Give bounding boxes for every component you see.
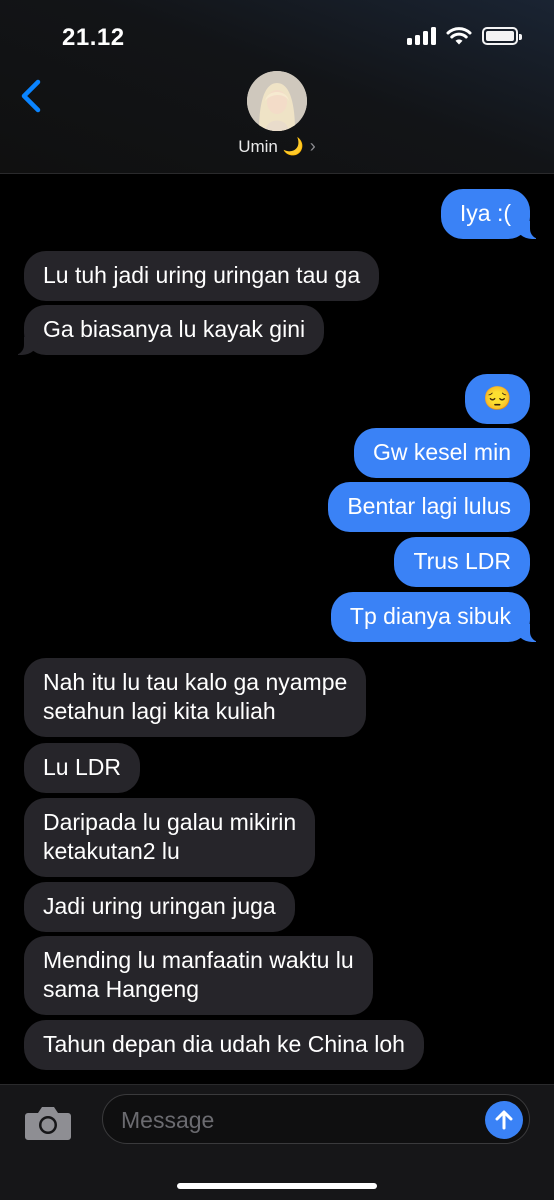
message-thread[interactable]: Iya :( Lu tuh jadi uring uringan tau ga … (0, 174, 554, 1084)
contact-name: Umin 🌙 (238, 137, 304, 156)
status-time: 21.12 (62, 24, 125, 51)
camera-icon[interactable] (24, 1103, 72, 1141)
status-icons (407, 26, 522, 46)
home-indicator[interactable] (177, 1183, 377, 1189)
message-bubble-received: Ga biasanya lu kayak gini (9, 305, 325, 355)
message-bubble-sent: Tp dianya sibuk (330, 592, 545, 642)
cellular-signal-icon (407, 27, 436, 45)
message-bubble-received: Mending lu manfaatin waktu lu sama Hange… (24, 936, 373, 1015)
message-input[interactable] (121, 1105, 481, 1135)
message-bubble-sent: 😔 (465, 374, 530, 424)
conversation-header: 21.12 Umin 🌙 › (0, 0, 554, 174)
wifi-icon (446, 27, 472, 45)
message-field[interactable] (102, 1094, 530, 1144)
message-bubble-sent: Bentar lagi lulus (328, 482, 530, 532)
message-bubble-received: Lu tuh jadi uring uringan tau ga (24, 251, 380, 301)
message-bubble-received: Lu LDR (24, 743, 140, 793)
message-bubble-received: Nah itu lu tau kalo ga nyampe setahun la… (24, 658, 367, 737)
message-bubble-sent: Trus LDR (394, 537, 530, 587)
message-bubble-received: Daripada lu galau mikirin ketakutan2 lu (24, 798, 316, 877)
message-bubble-received: Tahun depan dia udah ke China loh (24, 1020, 424, 1070)
back-chevron-icon[interactable] (14, 74, 46, 118)
message-bubble-sent: Gw kesel min (353, 428, 530, 478)
send-button[interactable] (485, 1101, 523, 1139)
battery-icon (482, 27, 522, 45)
message-bubble-sent: Iya :( (440, 189, 545, 239)
message-bubble-received: Jadi uring uringan juga (24, 882, 295, 932)
chevron-right-icon: › (309, 136, 316, 156)
contact-avatar[interactable] (247, 71, 307, 131)
contact-name-row[interactable]: Umin 🌙 › (0, 136, 554, 157)
arrow-up-icon (495, 1110, 513, 1130)
avatar-photo (247, 71, 307, 131)
